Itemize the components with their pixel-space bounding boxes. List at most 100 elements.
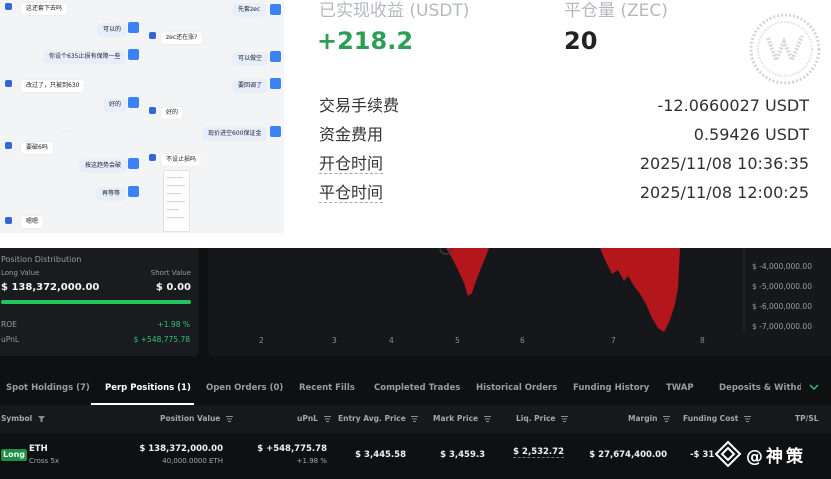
roe-label: ROE [1, 320, 17, 329]
x-axis-tick-label: 8 [700, 336, 705, 345]
watermark: @神策 [714, 440, 831, 468]
chat-message: 先套zec [233, 4, 266, 16]
chat-image-thumbnail[interactable] [163, 170, 190, 232]
avatar [270, 4, 281, 15]
trading-dashboard: Position Distribution Long Value Short V… [0, 248, 831, 479]
avatar [128, 49, 139, 60]
trade-detail-card: 已实现收益 (USDT) 平仓量 (ZEC) +218.2 20 交易手续费 -… [284, 0, 831, 233]
table-row[interactable]: Long ETH Cross 5x $ 138,372,000.00 40,00… [0, 433, 831, 479]
tab-deposits-withdraw[interactable]: Deposits & Withdraw [719, 383, 801, 393]
column-header-symbol[interactable]: Symbol [1, 414, 45, 423]
chat-message: 要破6吗 [21, 142, 53, 154]
column-header-margin[interactable]: Margin [628, 414, 671, 423]
watermark-stamp-icon [749, 13, 821, 85]
tab-perp-positions[interactable]: Perp Positions (1) [105, 383, 191, 393]
sort-icon[interactable] [561, 416, 569, 422]
chat-message: 要回调了 [233, 80, 268, 92]
position-value-cell: $ 138,372,000.00 [139, 444, 223, 454]
funding-fee-label: 资金费用 [319, 125, 384, 144]
chat-screenshot: 这还套下去吗 先套zec . . . 可以的 zec还在涨? 你设个635止损有… [0, 0, 284, 233]
sort-icon[interactable] [744, 416, 752, 422]
chevron-down-icon[interactable] [808, 382, 820, 392]
avatar [5, 217, 12, 224]
avatar [5, 142, 12, 149]
funding-cost-cell: -$ 31 [690, 450, 715, 460]
avatar [149, 107, 156, 114]
column-header-mark-price[interactable]: Mark Price [433, 414, 491, 423]
sort-icon[interactable] [226, 416, 234, 422]
chat-message: 嗯嗯 [21, 216, 44, 228]
sort-icon[interactable] [411, 416, 419, 422]
positions-table-header: Symbol Position Value uPnL Entry Avg. Pr… [0, 405, 831, 433]
chat-message: zec还在涨? [161, 32, 203, 44]
avatar [149, 154, 156, 161]
upnl-value: $ +548,775.78 [133, 335, 190, 344]
long-value-label: Long Value [1, 269, 40, 277]
sort-icon[interactable] [483, 416, 491, 422]
tab-open-orders[interactable]: Open Orders (0) [206, 383, 283, 393]
avatar [128, 158, 139, 169]
avatar [270, 51, 281, 62]
column-header-liq-price[interactable]: Liq. Price [516, 414, 569, 423]
tab-twap[interactable]: TWAP [666, 383, 694, 393]
y-axis-tick-label: $ -7,000,000.00 [752, 322, 812, 331]
column-header-position-value[interactable]: Position Value [160, 414, 234, 423]
card-title: Position Distribution [1, 255, 82, 264]
tab-spot-holdings[interactable]: Spot Holdings (7) [6, 383, 90, 393]
entry-price-cell: $ 3,445.58 [355, 450, 406, 460]
chat-message: 改过了，只被到630 [21, 80, 85, 92]
symbol-cell[interactable]: ETH [29, 444, 48, 454]
avatar [128, 186, 139, 197]
avatar [5, 80, 12, 87]
realized-pnl-value: +218.2 [317, 27, 414, 55]
margin-cell: $ 27,674,400.00 [589, 450, 667, 460]
avatar [128, 22, 139, 33]
position-side-badge: Long [1, 449, 27, 461]
open-time-label: 开仓时间 [319, 154, 384, 174]
tab-funding-history[interactable]: Funding History [573, 383, 649, 393]
chat-message: 这还套下去吗 [21, 3, 68, 15]
position-size: 40,000.0000 ETH [162, 457, 223, 465]
chat-message: 好的 [161, 107, 184, 119]
close-time-label: 平仓时间 [319, 183, 384, 203]
x-axis-tick-label: 4 [389, 336, 394, 345]
y-axis-tick-label: $ -6,000,000.00 [752, 302, 812, 311]
mark-price-cell: $ 3,459.3 [440, 450, 485, 460]
x-axis-tick-label: 6 [520, 336, 525, 345]
tab-recent-fills[interactable]: Recent Fills [299, 383, 355, 393]
sort-icon[interactable] [323, 416, 331, 422]
roe-value: +1.98 % [157, 320, 191, 329]
avatar [128, 97, 139, 108]
x-axis-tick-label: 3 [332, 336, 337, 345]
close-qty-value: 20 [564, 27, 598, 55]
pnl-area [600, 248, 680, 332]
long-value: $ 138,372,000.00 [1, 282, 100, 293]
timestamp: . . . [103, 16, 110, 21]
x-axis-tick-label: 5 [455, 336, 460, 345]
y-axis-tick-label: $ -5,000,000.00 [752, 282, 812, 291]
column-header-tpsl: TP/SL [795, 414, 819, 423]
sort-icon[interactable] [663, 416, 671, 422]
avatar [5, 3, 12, 10]
column-header-entry-price[interactable]: Entry Avg. Price [338, 414, 419, 423]
column-header-upnl[interactable]: uPnL [297, 414, 331, 423]
x-axis-tick-label: 7 [611, 336, 616, 345]
tab-historical-orders[interactable]: Historical Orders [476, 383, 557, 393]
upnl-cell: $ +548,775.78 [257, 444, 327, 454]
realized-pnl-label: 已实现收益 (USDT) [319, 1, 470, 21]
tab-completed-trades[interactable]: Completed Trades [374, 383, 460, 393]
column-header-funding-cost[interactable]: Funding Cost [683, 414, 752, 423]
liq-price-cell: $ 2,532.72 [513, 447, 564, 458]
chat-message: 再等等 [97, 188, 126, 200]
fee-value: -12.0660027 USDT [657, 96, 809, 115]
margin-mode: Cross 5x [29, 457, 60, 465]
chat-message: 可以的 [98, 24, 127, 36]
filter-icon[interactable] [37, 416, 45, 422]
chat-message: 你设个635止损有保障一些 [44, 51, 126, 63]
pnl-chart-svg: 2 3 4 5 6 7 8 $ -4,000,000.00 $ -5,000,000.00 $ … [259, 248, 812, 345]
chat-message: 可以做空 [233, 53, 268, 65]
funding-fee-value: 0.59426 USDT [693, 125, 809, 144]
chat-message: 不设止损吗 [161, 154, 202, 166]
watermark-text: @神策 [746, 447, 806, 467]
close-qty-label: 平仓量 (ZEC) [564, 1, 668, 21]
